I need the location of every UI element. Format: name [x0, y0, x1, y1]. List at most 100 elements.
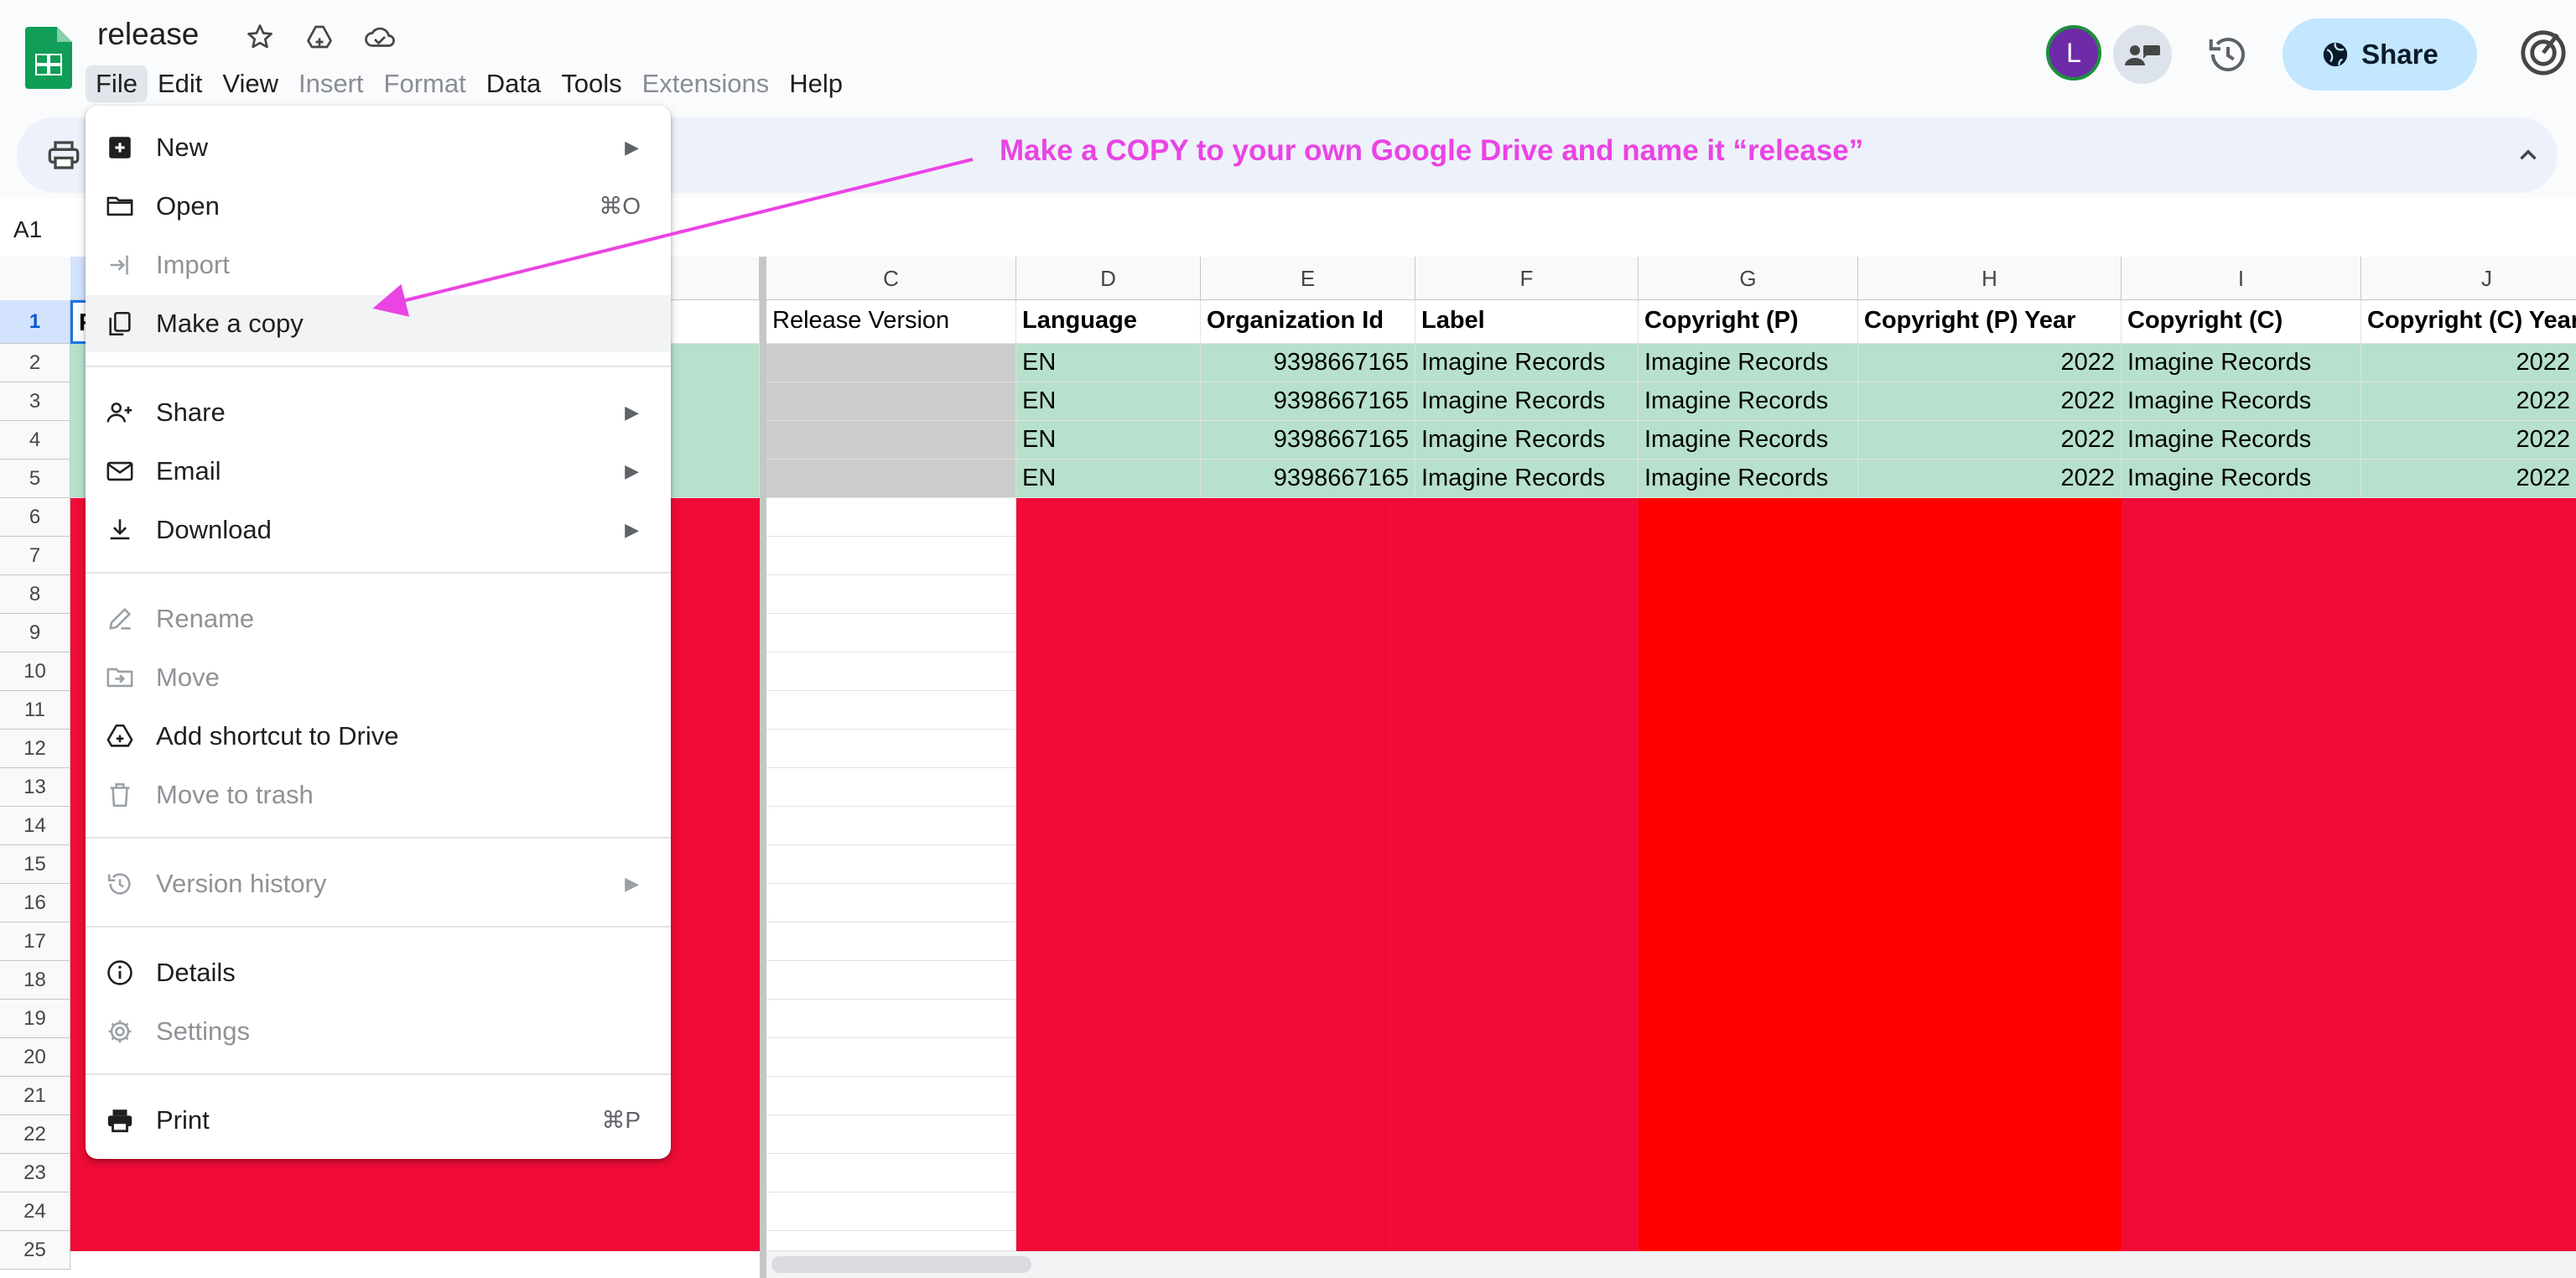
cell-f2[interactable]: Imagine Records — [1415, 344, 1639, 382]
menu-item-move-to-trash[interactable]: Move to trash — [86, 766, 671, 823]
cell-d2[interactable]: EN — [1016, 344, 1201, 382]
column-header-j[interactable]: J — [2361, 257, 2576, 300]
cell-f3[interactable]: Imagine Records — [1415, 382, 1639, 421]
print-icon[interactable] — [47, 139, 80, 171]
row-header-7[interactable]: 7 — [0, 537, 70, 575]
menu-item-open[interactable]: Open ⌘O — [86, 178, 671, 235]
cell-g4[interactable]: Imagine Records — [1639, 421, 1858, 460]
row-header-25[interactable]: 25 — [0, 1231, 70, 1270]
cell-j1[interactable]: Copyright (C) Year — [2361, 300, 2576, 344]
cell-d1[interactable]: Language — [1016, 300, 1201, 344]
empty-rows-i-j-region[interactable] — [2122, 498, 2576, 1251]
cell-i4[interactable]: Imagine Records — [2122, 421, 2361, 460]
menu-item-import[interactable]: Import — [86, 236, 671, 294]
column-header-g[interactable]: G — [1639, 257, 1858, 300]
select-all-corner[interactable] — [0, 257, 71, 301]
menu-extensions[interactable]: Extensions — [632, 65, 780, 102]
row-header-6[interactable]: 6 — [0, 498, 70, 537]
empty-rows-g-h-region[interactable] — [1639, 498, 2122, 1251]
cell-d4[interactable]: EN — [1016, 421, 1201, 460]
row-header-4[interactable]: 4 — [0, 421, 70, 460]
cell-f1[interactable]: Label — [1415, 300, 1639, 344]
menu-item-move[interactable]: Move — [86, 649, 671, 706]
cell-d3[interactable]: EN — [1016, 382, 1201, 421]
cell-h3[interactable]: 2022 — [1858, 382, 2122, 421]
column-header-i[interactable]: I — [2122, 257, 2361, 300]
cell-f4[interactable]: Imagine Records — [1415, 421, 1639, 460]
row-header-21[interactable]: 21 — [0, 1077, 70, 1115]
menu-item-new[interactable]: New ▶ — [86, 119, 671, 176]
cell-i5[interactable]: Imagine Records — [2122, 460, 2361, 498]
cell-e2[interactable]: 9398667165 — [1201, 344, 1415, 382]
menu-tools[interactable]: Tools — [551, 65, 631, 102]
horizontal-scrollbar-track[interactable] — [766, 1251, 2576, 1278]
cell-c2[interactable] — [766, 344, 1016, 382]
menu-item-add-shortcut-to-drive[interactable]: Add shortcut to Drive — [86, 708, 671, 765]
share-button[interactable]: Share — [2283, 18, 2477, 91]
horizontal-scrollbar-thumb[interactable] — [771, 1256, 1031, 1273]
chevron-up-icon[interactable] — [2514, 141, 2542, 169]
cell-h2[interactable]: 2022 — [1858, 344, 2122, 382]
show-collaborators-button[interactable] — [2113, 25, 2172, 84]
column-header-c[interactable]: C — [766, 257, 1016, 300]
row-header-3[interactable]: 3 — [0, 382, 70, 421]
menu-item-email[interactable]: Email ▶ — [86, 443, 671, 500]
cell-e1[interactable]: Organization Id — [1201, 300, 1415, 344]
row-header-16[interactable]: 16 — [0, 884, 70, 922]
row-header-15[interactable]: 15 — [0, 845, 70, 884]
menu-help[interactable]: Help — [779, 65, 853, 102]
frozen-column-divider[interactable] — [760, 257, 766, 1278]
row-header-8[interactable]: 8 — [0, 575, 70, 614]
cell-f5[interactable]: Imagine Records — [1415, 460, 1639, 498]
version-history-icon[interactable] — [2205, 32, 2251, 77]
column-header-d[interactable]: D — [1016, 257, 1201, 300]
row-header-19[interactable]: 19 — [0, 1000, 70, 1038]
row-header-18[interactable]: 18 — [0, 961, 70, 1000]
cell-c4[interactable] — [766, 421, 1016, 460]
cell-d5[interactable]: EN — [1016, 460, 1201, 498]
menu-item-details[interactable]: Details — [86, 944, 671, 1001]
document-title[interactable]: release — [97, 17, 199, 52]
column-header-e[interactable]: E — [1201, 257, 1415, 300]
cell-e5[interactable]: 9398667165 — [1201, 460, 1415, 498]
row-header-11[interactable]: 11 — [0, 691, 70, 730]
cell-j5[interactable]: 2022 — [2361, 460, 2576, 498]
row-header-14[interactable]: 14 — [0, 807, 70, 845]
menu-item-version-history[interactable]: Version history ▶ — [86, 855, 671, 912]
row-header-23[interactable]: 23 — [0, 1154, 70, 1192]
cell-j3[interactable]: 2022 — [2361, 382, 2576, 421]
row-header-5[interactable]: 5 — [0, 460, 70, 498]
cell-i1[interactable]: Copyright (C) — [2122, 300, 2361, 344]
menu-data[interactable]: Data — [476, 65, 551, 102]
star-icon[interactable] — [245, 22, 275, 52]
menu-item-print[interactable]: Print ⌘P — [86, 1092, 671, 1149]
cell-g3[interactable]: Imagine Records — [1639, 382, 1858, 421]
menu-item-settings[interactable]: Settings — [86, 1003, 671, 1060]
menu-insert[interactable]: Insert — [288, 65, 374, 102]
move-to-drive-icon[interactable] — [304, 22, 335, 52]
row-header-2[interactable]: 2 — [0, 344, 70, 382]
cell-g5[interactable]: Imagine Records — [1639, 460, 1858, 498]
cell-j4[interactable]: 2022 — [2361, 421, 2576, 460]
cell-c1[interactable]: Release Version — [766, 300, 1016, 344]
menu-item-share[interactable]: Share ▶ — [86, 384, 671, 441]
menu-file[interactable]: File — [86, 65, 148, 102]
cell-j2[interactable]: 2022 — [2361, 344, 2576, 382]
avatar[interactable]: L — [2046, 25, 2101, 81]
gemini-icon[interactable] — [2519, 29, 2568, 77]
menu-item-rename[interactable]: Rename — [86, 590, 671, 647]
cell-c3[interactable] — [766, 382, 1016, 421]
name-box[interactable]: A1 — [13, 216, 42, 243]
row-header-24[interactable]: 24 — [0, 1192, 70, 1231]
row-header-1[interactable]: 1 — [0, 300, 70, 344]
row-header-17[interactable]: 17 — [0, 922, 70, 961]
empty-rows-d-f-region[interactable] — [1016, 498, 1639, 1251]
cell-g1[interactable]: Copyright (P) — [1639, 300, 1858, 344]
menu-format[interactable]: Format — [374, 65, 476, 102]
column-header-h[interactable]: H — [1858, 257, 2122, 300]
cell-i2[interactable]: Imagine Records — [2122, 344, 2361, 382]
menu-view[interactable]: View — [212, 65, 288, 102]
column-header-f[interactable]: F — [1415, 257, 1639, 300]
cell-e3[interactable]: 9398667165 — [1201, 382, 1415, 421]
menu-item-download[interactable]: Download ▶ — [86, 501, 671, 558]
